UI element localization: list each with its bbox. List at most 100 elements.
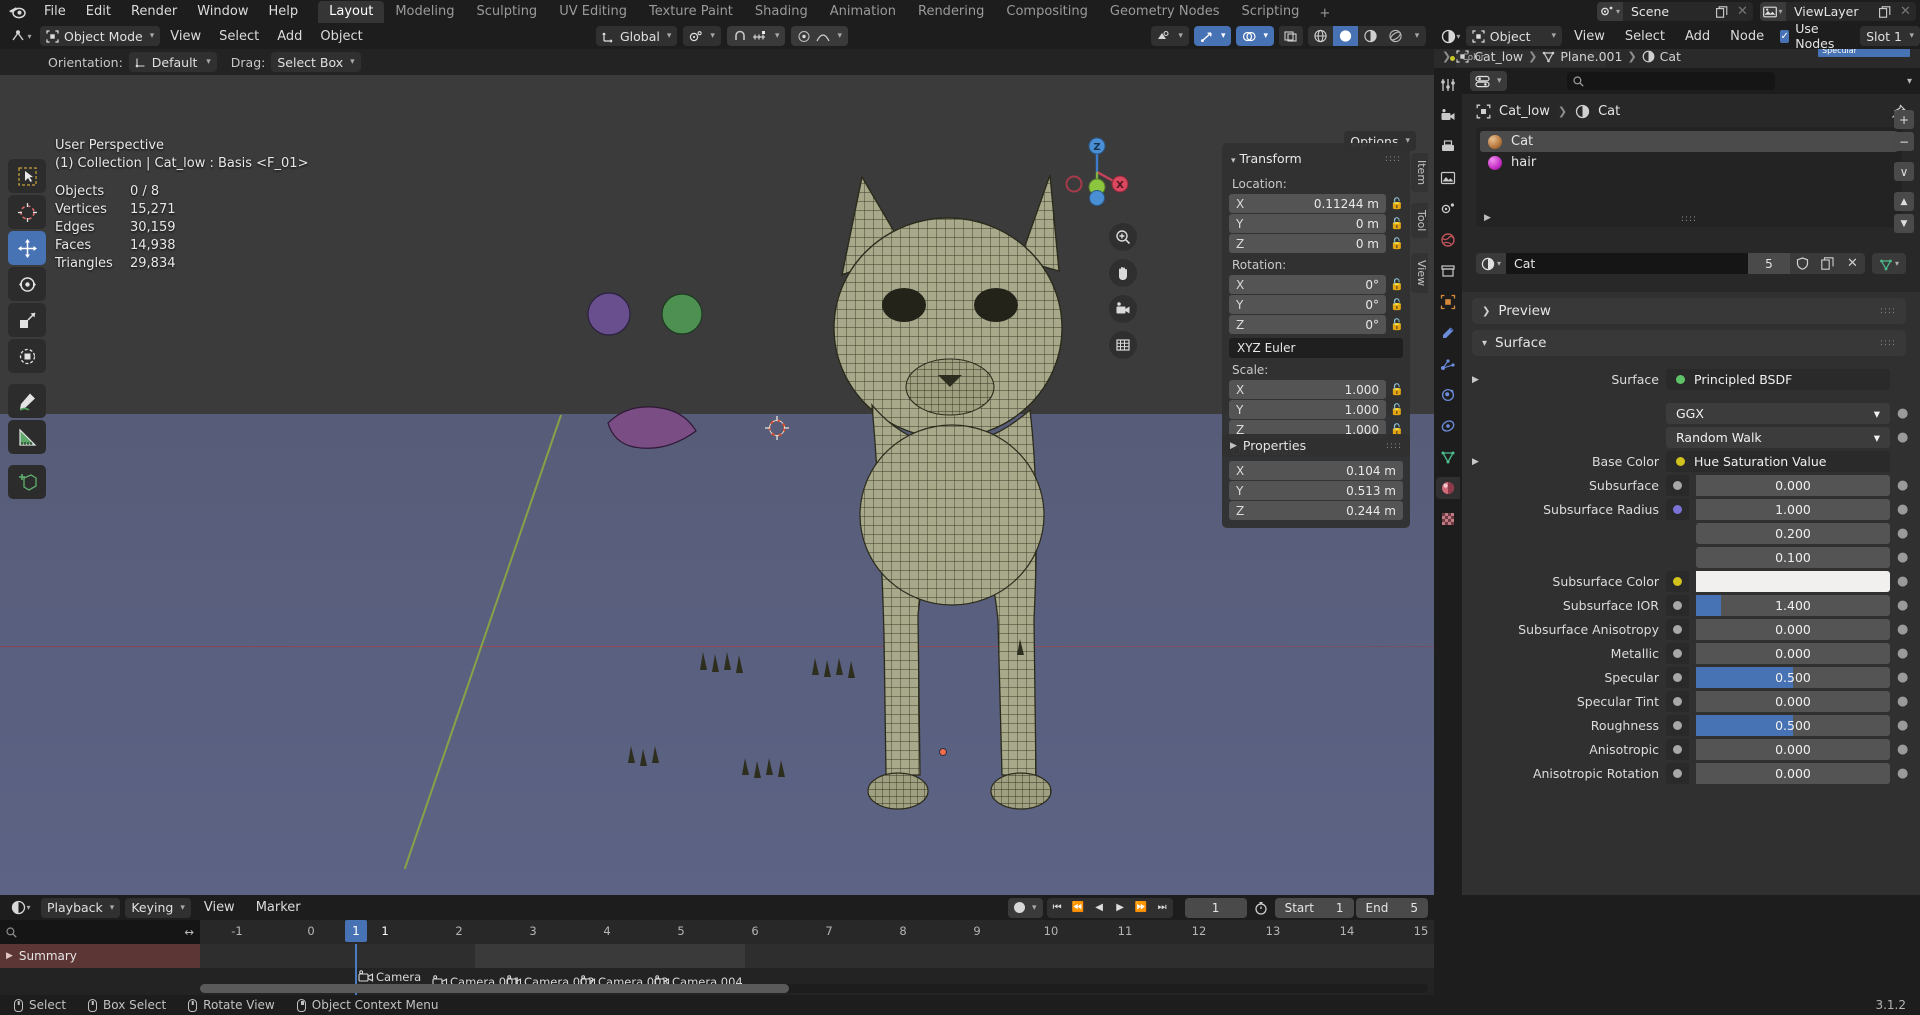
viewport-menu-view[interactable]: View [162,27,209,46]
timeline-editor[interactable]: ▾ Playback ▾ Keying ▾ View Marker ▾ ⏮ ⏪ ◀ … [0,895,1434,995]
surface-row-expand-icon[interactable]: ▶ [1472,375,1484,385]
menu-help[interactable]: Help [259,2,309,21]
rotation-z-lock-icon[interactable]: 🔓 [1390,318,1404,331]
viewport-toolbar[interactable] [8,159,46,499]
properties-tab-world-icon[interactable] [1436,229,1460,251]
pan-hand-icon[interactable] [1109,259,1137,287]
material-datablock-row[interactable]: ▾ Cat 5 ✕ ▾ [1476,253,1906,274]
surface-panel-header[interactable]: ▾ Surface :::: [1472,330,1906,356]
anisotropic-rotation-slider[interactable]: 0.000 [1696,763,1890,784]
specular-tint-slider[interactable]: 0.000 [1696,691,1890,712]
current-frame-field[interactable]: 1 [1184,897,1247,918]
subsurface-radius-x-animate-dot[interactable]: ● [1897,502,1908,517]
rotation-mode-dropdown[interactable]: XYZ Euler [1229,338,1403,358]
scrollbar-thumb[interactable] [200,984,790,993]
properties-tab-collection-icon[interactable] [1436,260,1460,282]
rotation-x-lock-icon[interactable]: 🔓 [1390,278,1404,291]
breadcrumb-item-2[interactable]: Cat [1660,49,1681,64]
move-slot-up-button[interactable]: ▲ [1894,192,1914,211]
breadcrumb-item-1[interactable]: Plane.001 [1560,49,1622,64]
rotation-z-field[interactable]: Z 0° [1229,315,1386,334]
play-reverse-icon[interactable]: ◀ [1089,898,1110,918]
jump-end-icon[interactable]: ⏭ [1152,898,1173,918]
subsurface-color-socket[interactable] [1666,571,1689,592]
viewlayer-remove-icon[interactable]: ✕ [1895,2,1916,21]
distribution-dropdown[interactable]: GGX ▾ [1666,403,1890,424]
tab-uv-editing[interactable]: UV Editing [548,1,638,23]
shading-mode-group[interactable]: ▾ [1308,26,1426,46]
properties-tab-object-icon[interactable] [1436,291,1460,313]
outliner-search-input[interactable] [1566,72,1775,90]
shading-solid[interactable] [1333,26,1358,46]
material-browse-icon[interactable]: ▾ [1476,253,1506,274]
properties-editor[interactable]: ▾ ▾ Cat_low ❯ Cat Cat hair ▶:::: + − ∨ … [1434,68,1920,895]
properties-tab-tool-icon[interactable] [1436,74,1460,96]
properties-tab-scene-icon[interactable] [1436,198,1460,220]
subsurface-anisotropy-socket[interactable] [1666,619,1689,640]
tab-rendering[interactable]: Rendering [907,1,995,23]
viewport-menu-add[interactable]: Add [269,27,310,46]
overlays-toggle[interactable]: ▾ [1236,26,1274,46]
properties-tab-constraints-icon[interactable] [1436,415,1460,437]
scene-unlink-icon[interactable]: ✕ [1732,2,1753,21]
subsurface-anisotropy-slider[interactable]: 0.000 [1696,619,1890,640]
new-material-copy-icon[interactable] [1815,253,1840,274]
material-specials-button[interactable]: ∨ [1894,162,1914,181]
context-path-object[interactable]: Cat_low [1499,104,1550,119]
stopwatch-icon[interactable] [1249,898,1273,918]
subsurface-color-swatch[interactable] [1696,571,1890,592]
summary-channel[interactable]: ▶ Summary [0,944,200,968]
start-frame-field[interactable]: Start 1 [1274,897,1354,918]
remove-material-slot-button[interactable]: − [1894,132,1914,151]
tool-annotate-icon[interactable] [8,384,46,418]
breadcrumb-item-0[interactable]: Cat_low [1474,49,1523,64]
properties-content[interactable]: ▾ ▾ Cat_low ❯ Cat Cat hair ▶:::: + − ∨ … [1462,68,1920,895]
unlink-material-close-icon[interactable]: ✕ [1840,253,1865,274]
timeline-menu-marker[interactable]: Marker [248,898,309,917]
camera-view-icon[interactable] [1109,295,1137,323]
distribution-animate-dot[interactable]: ● [1897,406,1908,421]
filter-toggle-icon[interactable]: ↔ [184,925,194,939]
menu-render[interactable]: Render [121,2,187,21]
location-y-lock-icon[interactable]: 🔓 [1390,217,1404,230]
snapping-controls[interactable]: ▾ [726,26,786,46]
dimensions-y-field[interactable]: Y 0.513 m [1229,481,1403,500]
tab-texture-paint[interactable]: Texture Paint [638,1,744,23]
subsurface-radius-z-animate-dot[interactable]: ● [1897,550,1908,565]
properties-subpanel-header[interactable]: ▶ Properties :::: [1222,434,1410,457]
dimensions-z-field[interactable]: Z 0.244 m [1229,501,1403,520]
material-slot-item-hair[interactable]: hair [1480,152,1898,173]
n-panel-tab-view[interactable]: View [1411,253,1428,294]
subsurface-radius-y-slider[interactable]: 0.200 [1696,523,1890,544]
viewlayer-selector[interactable]: ▾ ViewLayer ✕ [1760,2,1916,21]
properties-tab-material-icon[interactable] [1436,477,1460,499]
auto-keying-toggle[interactable]: ▾ [1008,897,1043,918]
subsurface-radius-socket[interactable] [1666,499,1689,520]
anisotropic-socket[interactable] [1666,739,1689,760]
subsurface-anisotropy-animate-dot[interactable]: ● [1897,622,1908,637]
n-panel-tab-item[interactable]: Item [1411,153,1428,193]
playback-menu[interactable]: Playback ▾ [41,897,121,918]
shader-menu-node[interactable]: Node [1722,27,1772,46]
tool-measure-icon[interactable] [8,420,46,454]
metallic-slider[interactable]: 0.000 [1696,643,1890,664]
subsurface-method-dropdown[interactable]: Random Walk ▾ [1666,427,1890,448]
anisotropic-rotation-socket[interactable] [1666,763,1689,784]
material-data-selector[interactable]: ▾ [1872,253,1906,274]
rotation-x-field[interactable]: X 0° [1229,275,1386,294]
base-color-node-dropdown[interactable]: Hue Saturation Value [1666,451,1890,472]
scale-x-lock-icon[interactable]: 🔓 [1390,383,1404,396]
tab-modeling[interactable]: Modeling [384,1,465,23]
tab-animation[interactable]: Animation [819,1,907,23]
location-x-field[interactable]: X 0.11244 m [1229,194,1386,213]
material-slot-item-cat[interactable]: Cat [1480,131,1898,152]
properties-tab-texture-icon[interactable] [1436,508,1460,530]
preview-panel-header[interactable]: ❯ Preview :::: [1472,298,1906,324]
timeline-channels[interactable]: ▶ Summary 1 Camera Camera.001 Camera.002… [0,920,1434,995]
material-name-field[interactable]: Cat [1506,253,1748,274]
playback-buttons[interactable]: ⏮ ⏪ ◀ ▶ ⏩ ⏭ [1046,897,1173,918]
tab-scripting[interactable]: Scripting [1231,1,1311,23]
tab-layout[interactable]: Layout [318,1,385,23]
ortho-persp-icon[interactable] [1109,331,1137,359]
proportional-editing-controls[interactable]: ▾ [791,26,848,46]
